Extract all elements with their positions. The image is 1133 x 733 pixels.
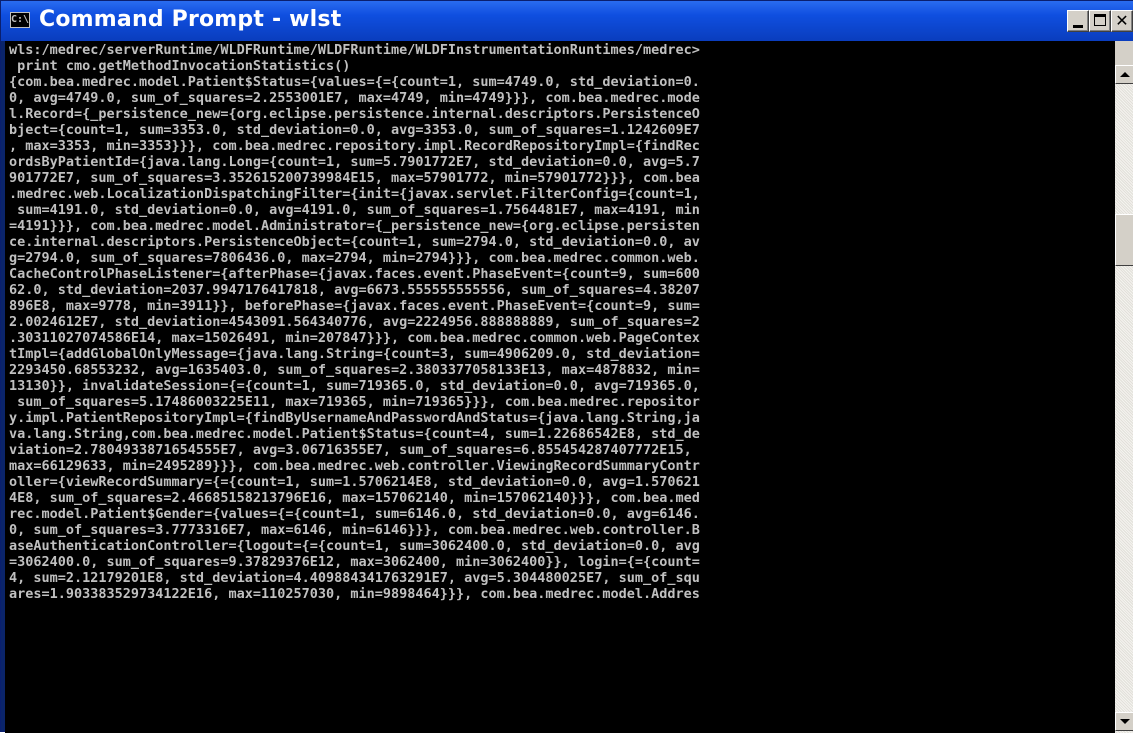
- console-output[interactable]: wls:/medrec/serverRuntime/WLDFRuntime/WL…: [5, 41, 1115, 733]
- console-line: sum=4191.0, std_deviation=0.0, avg=4191.…: [9, 202, 700, 218]
- scrollbar-top-cap: [1115, 41, 1133, 65]
- console-line: 2.0024612E7, std_deviation=4543091.56434…: [9, 314, 700, 330]
- console-line: {com.bea.medrec.model.Patient$Status={va…: [9, 74, 700, 90]
- console-line: , max=3353, min=3353}}}, com.bea.medrec.…: [9, 138, 700, 154]
- console-line: l.Record={_persistence_new={org.eclipse.…: [9, 106, 700, 122]
- console-line: wls:/medrec/serverRuntime/WLDFRuntime/WL…: [9, 42, 700, 58]
- console-line: max=66129633, min=2495289}}}, com.bea.me…: [9, 458, 700, 474]
- console-line: 13130}}, invalidateSession={={count=1, s…: [9, 378, 700, 394]
- maximize-icon: [1094, 14, 1106, 26]
- console-line: .30311027074586E14, max=15026491, min=20…: [9, 330, 700, 346]
- window-title: Command Prompt - wlst: [39, 7, 342, 32]
- arrow-up-icon: [1120, 72, 1130, 77]
- close-button[interactable]: ✕: [1111, 10, 1133, 32]
- minimize-button[interactable]: [1067, 10, 1089, 32]
- console-line: CacheControlPhaseListener={afterPhase={j…: [9, 266, 700, 282]
- console-line: ares=1.903383529734122E16, max=110257030…: [9, 586, 700, 602]
- vertical-scrollbar[interactable]: [1115, 41, 1133, 733]
- title-bar[interactable]: C:\ Command Prompt - wlst ✕: [1, 1, 1133, 41]
- command-prompt-window: C:\ Command Prompt - wlst ✕ wls:/medrec/…: [0, 0, 1133, 733]
- scrollbar-thumb[interactable]: [1115, 214, 1133, 266]
- console-line: 4, sum=2.12179201E8, std_deviation=4.409…: [9, 570, 700, 586]
- console-line: g=2794.0, sum_of_squares=7806436.0, max=…: [9, 250, 700, 266]
- console-text: wls:/medrec/serverRuntime/WLDFRuntime/WL…: [9, 42, 700, 602]
- console-line: va.lang.String,com.bea.medrec.model.Pati…: [9, 426, 700, 442]
- console-line: aseAuthenticationController={logout={={c…: [9, 538, 700, 554]
- scroll-down-button[interactable]: [1115, 712, 1133, 731]
- console-line: =4191}}}, com.bea.medrec.model.Administr…: [9, 218, 700, 234]
- console-line: ce.internal.descriptors.PersistenceObjec…: [9, 234, 700, 250]
- console-line: 0, avg=4749.0, sum_of_squares=2.2553001E…: [9, 90, 700, 106]
- console-line: viation=2.7804933871654555E7, avg=3.0671…: [9, 442, 692, 458]
- scroll-up-button[interactable]: [1115, 65, 1133, 84]
- minimize-icon: [1073, 25, 1083, 28]
- console-line: =3062400.0, sum_of_squares=9.37829376E12…: [9, 554, 700, 570]
- console-line: bject={count=1, sum=3353.0, std_deviatio…: [9, 122, 700, 138]
- arrow-down-icon: [1120, 719, 1130, 724]
- console-line: print cmo.getMethodInvocationStatistics(…: [9, 58, 351, 74]
- close-icon: ✕: [1115, 11, 1129, 30]
- console-line: .medrec.web.LocalizationDispatchingFilte…: [9, 186, 700, 202]
- console-line: ordsByPatientId={java.lang.Long={count=1…: [9, 154, 700, 170]
- console-line: oller={viewRecordSummary={={count=1, sum…: [9, 474, 700, 490]
- console-line: 2293450.68553232, avg=1635403.0, sum_of_…: [9, 362, 700, 378]
- console-line: 896E8, max=9778, min=3911}}, beforePhase…: [9, 298, 700, 314]
- console-line: 62.0, std_deviation=2037.9947176417818, …: [9, 282, 700, 298]
- console-icon[interactable]: C:\: [10, 12, 30, 28]
- console-line: sum_of_squares=5.17486003225E11, max=719…: [9, 394, 700, 410]
- console-line: rec.model.Patient$Gender={values={={coun…: [9, 506, 700, 522]
- console-line: 901772E7, sum_of_squares=3.3526152007399…: [9, 170, 700, 186]
- maximize-button[interactable]: [1089, 10, 1111, 32]
- console-line: tImpl={addGlobalOnlyMessage={java.lang.S…: [9, 346, 700, 362]
- console-line: 0, sum_of_squares=3.7773316E7, max=6146,…: [9, 522, 700, 538]
- console-line: y.impl.PatientRepositoryImpl={findByUser…: [9, 410, 700, 426]
- console-line: 4E8, sum_of_squares=2.46685158213796E16,…: [9, 490, 700, 506]
